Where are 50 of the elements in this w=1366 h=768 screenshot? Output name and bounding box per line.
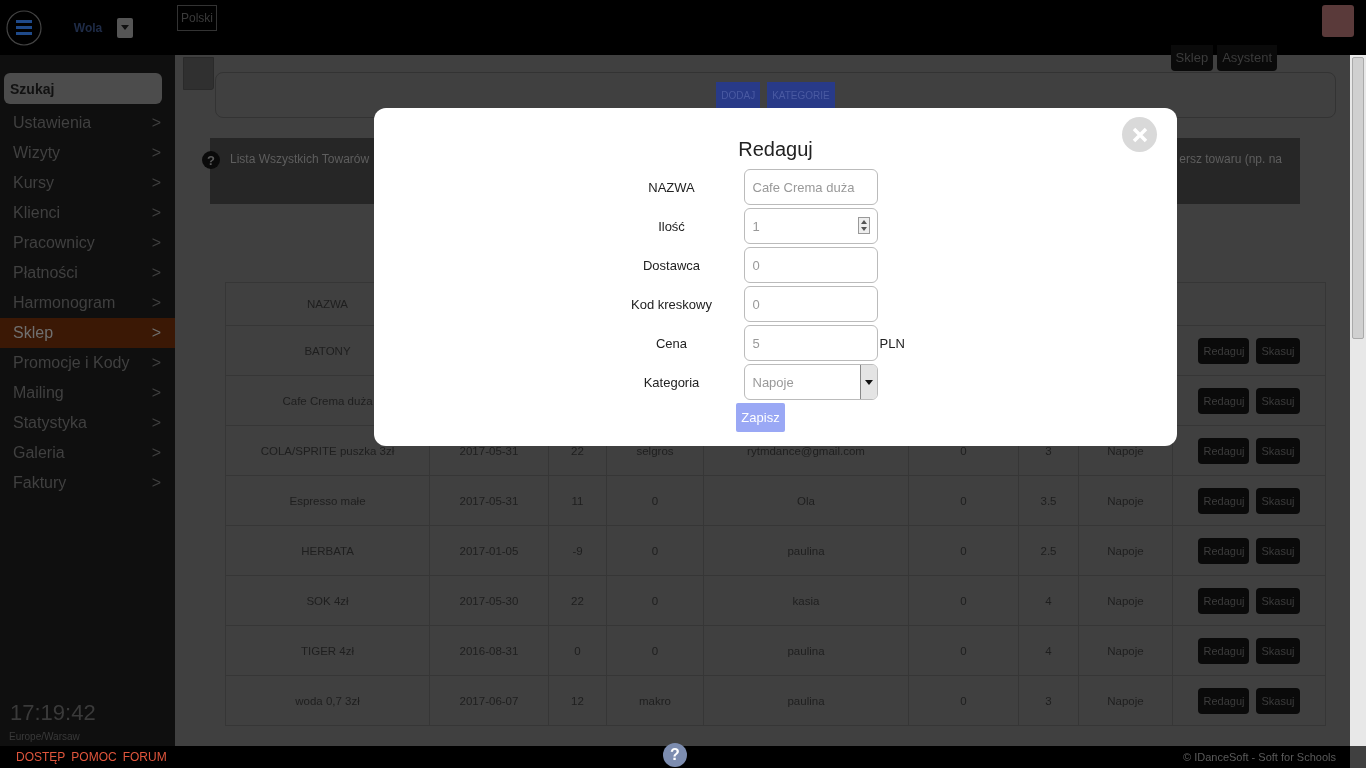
save-button[interactable]: Zapisz (736, 403, 785, 432)
footer-link[interactable]: DOSTĘP (16, 750, 66, 764)
footer-link[interactable]: FORUM (122, 750, 167, 764)
scrollbar-thumb[interactable] (1352, 57, 1364, 339)
category-select[interactable]: Napoje (743, 364, 878, 400)
spinner-icon[interactable] (857, 217, 870, 234)
footer-link[interactable]: POMOC (71, 750, 117, 764)
copyright-text: © IDanceSoft - Soft for Schools (1183, 751, 1336, 763)
chevron-text: > (151, 204, 161, 222)
location-dropdown[interactable] (117, 17, 133, 38)
chevron-text: > (151, 324, 161, 342)
number-field[interactable]: 1 (743, 208, 878, 244)
chevron-text: > (151, 354, 161, 372)
chevron-text: > (151, 444, 161, 462)
language-button[interactable]: Polski (177, 5, 217, 31)
input-field[interactable]: 5 (743, 325, 878, 361)
chevron-text: > (151, 144, 161, 162)
help-button[interactable]: ? (663, 743, 687, 767)
sidebar-item-label: Sklep (13, 324, 54, 342)
help-button[interactable]: ? (202, 151, 220, 169)
close-button[interactable] (1122, 117, 1157, 152)
field-label: NAZWA (647, 179, 696, 195)
avatar-placeholder[interactable] (1322, 5, 1354, 37)
sidebar-item[interactable]: Sklep > (0, 318, 175, 348)
field-label: Ilość (657, 218, 686, 234)
chevron-text: > (151, 174, 161, 192)
select-value: Napoje (752, 374, 794, 390)
search-field[interactable]: Szukaj (4, 73, 162, 104)
input-field[interactable]: 0 (743, 286, 878, 322)
field-label: Kod kreskowy (630, 296, 713, 312)
chevron-text: > (151, 264, 161, 282)
scrollbar[interactable] (1350, 55, 1366, 746)
caret-icon (121, 25, 129, 30)
location-name: Wola (72, 20, 104, 35)
input-field[interactable]: 0 (743, 247, 878, 283)
field-label: Cena (654, 335, 689, 351)
chevron-text: > (151, 114, 161, 132)
field-label: Dostawca (641, 257, 702, 273)
close-icon (1131, 126, 1148, 143)
caret-icon (864, 379, 873, 385)
chevron-text: > (151, 414, 161, 432)
field-label: Kategoria (642, 374, 701, 390)
info-text: Lista Wszystkich Towarów (230, 152, 370, 168)
unit-label: PLN (879, 335, 906, 351)
chevron-text: > (151, 474, 161, 492)
dialog-title: Redaguj (738, 138, 813, 161)
input-field[interactable]: Cafe Crema duża (743, 169, 878, 205)
chevron-text: > (151, 384, 161, 402)
chevron-text: > (151, 234, 161, 252)
chevron-text: > (151, 294, 161, 312)
